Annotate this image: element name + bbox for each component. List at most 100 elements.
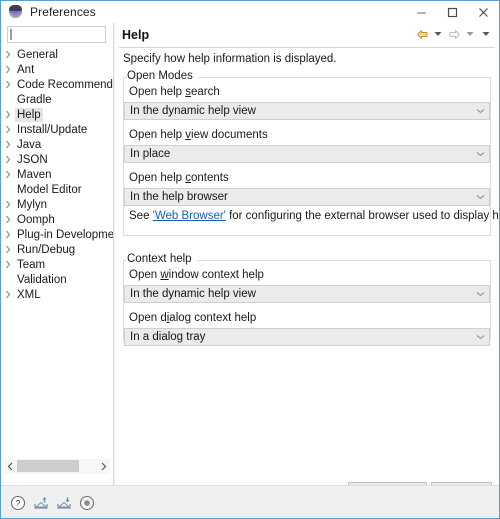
sidebar-item-label: Oomph xyxy=(17,213,55,226)
web-browser-link[interactable]: 'Web Browser' xyxy=(153,210,226,222)
combobox[interactable]: In place xyxy=(124,145,490,163)
group-label: Context help xyxy=(127,253,197,265)
sidebar-item-label: Help xyxy=(15,107,43,122)
chevron-down-icon[interactable] xyxy=(431,27,445,41)
scroll-track[interactable] xyxy=(17,459,96,474)
expand-chevron-right-icon[interactable] xyxy=(1,230,15,239)
preference-tree[interactable]: General Ant Code Recommende Gradle Help Insta… xyxy=(1,47,114,457)
web-browser-note: See 'Web Browser' for configuring the ex… xyxy=(129,210,499,222)
expand-chevron-right-icon[interactable] xyxy=(1,170,15,179)
forward-arrow-icon xyxy=(447,27,461,41)
expand-chevron-right-icon[interactable] xyxy=(1,125,15,134)
import-preferences-icon[interactable] xyxy=(33,495,49,511)
sidebar-item-label: Team xyxy=(17,258,46,271)
chevron-down-icon[interactable] xyxy=(463,27,477,41)
page-description: Specify how help information is displaye… xyxy=(123,53,337,65)
minimize-icon[interactable] xyxy=(406,1,437,23)
sidebar-item-label: General xyxy=(17,48,58,61)
sidebar-item-label: Java xyxy=(17,138,42,151)
expand-chevron-right-icon[interactable] xyxy=(1,245,15,254)
eclipse-preferences-icon xyxy=(8,4,24,20)
expand-chevron-right-icon[interactable] xyxy=(1,50,15,59)
sidebar-item-label: Maven xyxy=(17,168,52,181)
sidebar-item-run-debug[interactable]: Run/Debug xyxy=(1,242,114,257)
page-content: Specify how help information is displaye… xyxy=(115,48,499,502)
chevron-down-icon[interactable] xyxy=(471,103,489,119)
footer-icon-bar: ? xyxy=(10,495,95,511)
expand-chevron-right-icon[interactable] xyxy=(1,260,15,269)
combobox[interactable]: In the dynamic help view xyxy=(124,285,490,303)
expand-chevron-right-icon[interactable] xyxy=(1,200,15,209)
chevron-right-icon[interactable] xyxy=(96,459,110,474)
expand-chevron-right-icon[interactable] xyxy=(1,110,15,119)
back-arrow-icon[interactable] xyxy=(415,27,429,41)
combobox-value: In place xyxy=(130,148,171,160)
sidebar-item-help[interactable]: Help xyxy=(1,107,114,122)
sidebar-item-install-update[interactable]: Install/Update xyxy=(1,122,114,137)
sidebar-item-label: Ant xyxy=(17,63,35,76)
export-preferences-icon[interactable] xyxy=(56,495,72,511)
window-title: Preferences xyxy=(30,5,96,19)
group-border xyxy=(123,235,491,236)
sidebar-item-java[interactable]: Java xyxy=(1,137,114,152)
expand-chevron-right-icon[interactable] xyxy=(1,290,15,299)
sidebar-item-model-editor[interactable]: Model Editor xyxy=(1,182,114,197)
field-label: Open dialog context help xyxy=(129,312,257,324)
preferences-dialog: Preferences General Ant Code Recommende Gra… xyxy=(0,0,500,519)
window-controls xyxy=(406,1,499,23)
tree-horizontal-scrollbar[interactable] xyxy=(3,459,110,474)
svg-text:?: ? xyxy=(15,499,20,509)
chevron-down-icon[interactable] xyxy=(471,146,489,162)
expand-chevron-right-icon[interactable] xyxy=(1,215,15,224)
group-header: Context help xyxy=(123,253,491,267)
expand-chevron-right-icon[interactable] xyxy=(1,65,15,74)
sidebar-item-plug-in-developme[interactable]: Plug-in Developme xyxy=(1,227,114,242)
field-label: Open help search xyxy=(129,86,220,98)
sidebar-item-label: Code Recommende xyxy=(17,78,114,91)
chevron-down-icon[interactable] xyxy=(479,27,493,41)
sidebar-item-xml[interactable]: XML xyxy=(1,287,114,302)
field-label: Open window context help xyxy=(129,269,264,281)
expand-chevron-right-icon[interactable] xyxy=(1,80,15,89)
sidebar-item-team[interactable]: Team xyxy=(1,257,114,272)
sidebar-item-maven[interactable]: Maven xyxy=(1,167,114,182)
sidebar-item-mylyn[interactable]: Mylyn xyxy=(1,197,114,212)
sidebar-item-label: Model Editor xyxy=(17,183,82,196)
sidebar-item-gradle[interactable]: Gradle xyxy=(1,92,114,107)
group-open-modes: Open Modes Open help search In the dynamic… xyxy=(123,70,499,236)
filter-input[interactable] xyxy=(7,26,106,43)
combobox-value: In a dialog tray xyxy=(130,331,206,343)
help-icon[interactable]: ? xyxy=(10,495,26,511)
scroll-thumb[interactable] xyxy=(17,460,79,472)
chevron-down-icon[interactable] xyxy=(471,286,489,302)
group-border xyxy=(490,260,491,340)
record-icon[interactable] xyxy=(79,495,95,511)
expand-chevron-right-icon[interactable] xyxy=(1,140,15,149)
combobox-value: In the dynamic help view xyxy=(130,288,256,300)
sidebar-item-code-recommende[interactable]: Code Recommende xyxy=(1,77,114,92)
preference-page-panel: Help Specify how help information is dis… xyxy=(115,23,499,502)
combobox[interactable]: In the dynamic help view xyxy=(124,102,490,120)
combobox-value: In the dynamic help view xyxy=(130,105,256,117)
sidebar-item-label: Validation xyxy=(17,273,67,286)
combobox[interactable]: In the help browser xyxy=(124,188,490,206)
sidebar-item-validation[interactable]: Validation xyxy=(1,272,114,287)
page-title: Help xyxy=(122,28,150,42)
sidebar-item-label: JSON xyxy=(17,153,48,166)
sidebar-item-ant[interactable]: Ant xyxy=(1,62,114,77)
sidebar-item-oomph[interactable]: Oomph xyxy=(1,212,114,227)
page-nav-toolbar xyxy=(415,27,493,41)
sidebar-item-general[interactable]: General xyxy=(1,47,114,62)
sidebar-item-json[interactable]: JSON xyxy=(1,152,114,167)
page-header: Help xyxy=(115,23,499,48)
group-context-help: Context help Open window context help In t… xyxy=(123,253,491,346)
chevron-left-icon[interactable] xyxy=(3,459,17,474)
field-label: Open help view documents xyxy=(129,129,268,141)
title-bar: Preferences xyxy=(1,1,499,23)
chevron-down-icon[interactable] xyxy=(471,189,489,205)
expand-chevron-right-icon[interactable] xyxy=(1,155,15,164)
combobox[interactable]: In a dialog tray xyxy=(124,328,490,346)
maximize-icon[interactable] xyxy=(437,1,468,23)
chevron-down-icon[interactable] xyxy=(471,329,489,345)
close-icon[interactable] xyxy=(468,1,499,23)
